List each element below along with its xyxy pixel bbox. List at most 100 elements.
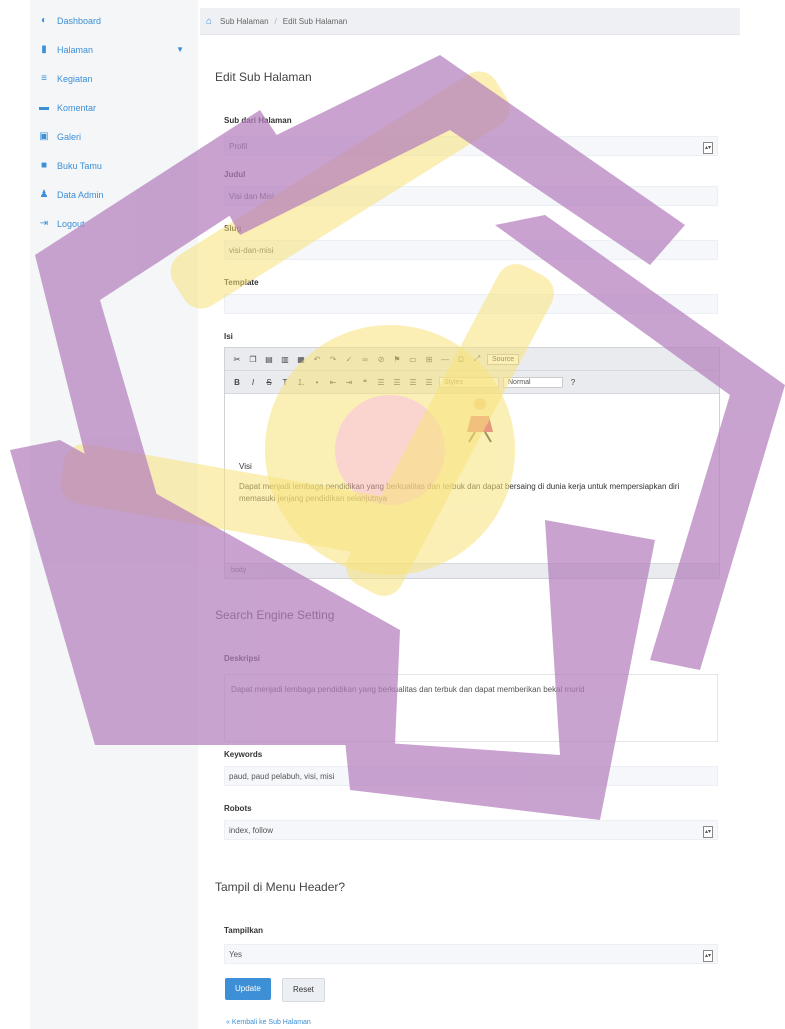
sidebar-item-dashboard[interactable]: ◐ Dashboard [30, 6, 198, 35]
numbered-list-icon[interactable]: ⒈ [295, 377, 307, 388]
tampilkan-value: Yes [229, 950, 243, 959]
seo-title: Search Engine Setting [215, 608, 335, 622]
tampilkan-select[interactable]: Yes ▴▾ [224, 944, 718, 964]
update-button[interactable]: Update [225, 978, 271, 1000]
deskripsi-label: Deskripsi [224, 654, 261, 663]
styles-dropdown[interactable]: Styles [439, 376, 499, 388]
sidebar-item-komentar[interactable]: ▬ Komentar [30, 93, 198, 122]
robots-label: Robots [224, 804, 252, 813]
sub-dari-halaman-select[interactable]: Profil ▴▾ [224, 136, 718, 156]
keywords-input[interactable]: paud, paud pelabuh, visi, misi [224, 766, 718, 786]
format-dropdown[interactable]: Normal [503, 376, 563, 388]
anchor-icon[interactable]: ⚑ [391, 355, 403, 364]
undo-icon[interactable]: ↶ [311, 355, 323, 364]
sub-dari-halaman-label: Sub dari Halaman [224, 116, 292, 125]
outdent-icon[interactable]: ⇤ [327, 378, 339, 387]
remove-format-icon[interactable]: T [279, 378, 291, 387]
spellcheck-icon[interactable]: ✓ [343, 355, 355, 364]
sidebar: ◐ Dashboard ▮ Halaman ▼ ≡ Kegiatan ▬ Kom… [30, 0, 198, 1029]
robots-value: index, follow [229, 826, 274, 835]
cut-icon[interactable]: ✂ [231, 355, 243, 364]
template-input[interactable] [224, 294, 718, 314]
strike-icon[interactable]: S [263, 378, 275, 387]
sidebar-item-logout[interactable]: ⇥ Logout [30, 209, 198, 238]
paste-text-icon[interactable]: ▥ [279, 355, 291, 364]
maximize-icon[interactable]: ⤢ [471, 354, 483, 364]
sidebar-item-label: Halaman [57, 44, 94, 55]
indent-icon[interactable]: ⇥ [343, 378, 355, 387]
align-center-icon[interactable]: ☰ [391, 378, 403, 387]
copy-icon[interactable]: ❐ [247, 355, 259, 364]
help-icon[interactable]: ? [567, 378, 579, 387]
sidebar-item-label: Buku Tamu [57, 160, 102, 171]
unlink-icon[interactable]: ⊘ [375, 355, 387, 364]
book-icon: ■ [40, 160, 48, 171]
judul-input[interactable]: Visi dan Misi [224, 186, 718, 206]
source-button[interactable]: Source [487, 353, 520, 365]
reset-button[interactable]: Reset [282, 978, 325, 1002]
rich-text-editor: ✂ ❐ ▤ ▥ ▦ ↶ ↷ ✓ ∞ ⊘ ⚑ ▭ ⊞ ― Ω ⤢ Source B… [224, 347, 720, 579]
align-right-icon[interactable]: ☰ [407, 378, 419, 387]
home-icon[interactable]: ⌂ [206, 16, 212, 27]
page-title: Edit Sub Halaman [215, 70, 312, 84]
align-left-icon[interactable]: ☰ [375, 378, 387, 387]
editor-toolbar-2: B I S T ⒈ • ⇤ ⇥ ❝ ☰ ☰ ☰ ☰ Styles Normal … [225, 371, 719, 394]
logout-icon: ⇥ [39, 218, 49, 229]
italic-icon[interactable]: I [247, 378, 259, 387]
robots-select[interactable]: index, follow ▴▾ [224, 820, 718, 840]
sidebar-item-kegiatan[interactable]: ≡ Kegiatan [30, 64, 198, 93]
editor-toolbar-1: ✂ ❐ ▤ ▥ ▦ ↶ ↷ ✓ ∞ ⊘ ⚑ ▭ ⊞ ― Ω ⤢ Source [225, 348, 719, 371]
image-insert-icon[interactable]: ▭ [407, 355, 419, 364]
sidebar-item-label: Logout [57, 218, 85, 229]
breadcrumb: ⌂ Sub Halaman / Edit Sub Halaman [200, 8, 740, 35]
content-paragraph: Dapat menjadi lembaga pendidikan yang be… [239, 482, 680, 503]
sidebar-item-label: Galeri [57, 131, 82, 142]
back-link[interactable]: « Kembali ke Sub Halaman [226, 1019, 311, 1026]
isi-label: Isi [224, 332, 233, 341]
redo-icon[interactable]: ↷ [327, 355, 339, 364]
slug-input[interactable]: visi-dan-misi [224, 240, 718, 260]
sidebar-item-buku-tamu[interactable]: ■ Buku Tamu [30, 151, 198, 180]
content-heading: Visi [239, 462, 252, 471]
sidebar-item-data-admin[interactable]: ♟ Data Admin [30, 180, 198, 209]
hr-icon[interactable]: ― [439, 355, 451, 364]
blockquote-icon[interactable]: ❝ [359, 378, 371, 387]
bulleted-list-icon[interactable]: • [311, 378, 323, 387]
image-icon: ▣ [39, 131, 49, 142]
comment-icon: ▬ [39, 102, 49, 113]
sub-dari-halaman-value: Profil [229, 142, 248, 151]
breadcrumb-parent[interactable]: Sub Halaman [220, 17, 268, 26]
select-arrow-icon: ▴▾ [703, 142, 713, 154]
header-menu-title: Tampil di Menu Header? [215, 880, 346, 894]
sidebar-item-label: Dashboard [57, 15, 102, 26]
breadcrumb-separator: / [274, 16, 277, 26]
judul-label: Judul [224, 170, 246, 179]
special-char-icon[interactable]: Ω [455, 355, 467, 364]
select-arrow-icon: ▴▾ [703, 950, 713, 962]
sidebar-item-halaman[interactable]: ▮ Halaman ▼ [30, 35, 198, 64]
main-content: ⌂ Sub Halaman / Edit Sub Halaman Edit Su… [200, 8, 740, 1029]
sidebar-item-galeri[interactable]: ▣ Galeri [30, 122, 198, 151]
tampilkan-label: Tampilkan [224, 926, 263, 935]
caret-down-icon: ▼ [176, 45, 184, 54]
bold-icon[interactable]: B [231, 378, 243, 387]
judul-value: Visi dan Misi [229, 192, 274, 201]
sidebar-item-label: Kegiatan [57, 73, 93, 84]
paste-icon[interactable]: ▤ [263, 355, 275, 364]
file-icon: ▮ [41, 44, 47, 55]
justify-icon[interactable]: ☰ [423, 378, 435, 387]
breadcrumb-current: Edit Sub Halaman [282, 16, 348, 26]
select-arrow-icon: ▴▾ [703, 826, 713, 838]
slug-value: visi-dan-misi [229, 246, 274, 255]
table-icon[interactable]: ⊞ [423, 355, 435, 364]
dashboard-icon: ◐ [40, 15, 48, 26]
link-icon[interactable]: ∞ [359, 355, 371, 364]
cartoon-girl-image [467, 398, 493, 443]
paste-word-icon[interactable]: ▦ [295, 355, 307, 364]
keywords-label: Keywords [224, 750, 263, 759]
template-label: Template [224, 278, 259, 287]
deskripsi-textarea[interactable]: Dapat menjadi lembaga pendidikan yang be… [224, 674, 718, 742]
sidebar-item-label: Komentar [57, 102, 97, 113]
sidebar-item-label: Data Admin [57, 189, 104, 200]
editor-content[interactable]: Visi Dapat menjadi lembaga pendidikan ya… [225, 394, 719, 540]
